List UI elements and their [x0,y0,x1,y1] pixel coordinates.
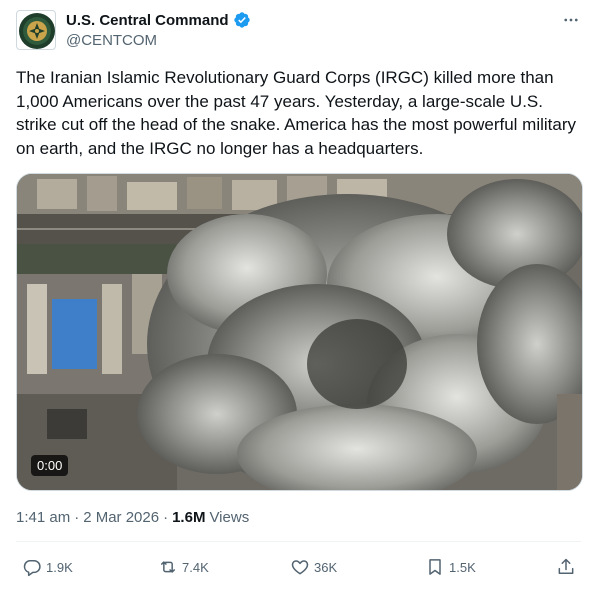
heart-icon [291,560,309,575]
like-count: 36K [314,559,338,575]
like-button[interactable]: 36K [290,557,337,577]
share-button[interactable] [556,557,576,577]
tweet-text: The Iranian Islamic Revolutionary Guard … [16,68,577,158]
verified-badge-icon[interactable] [233,11,251,29]
share-icon [558,558,574,574]
video-duration: 0:00 [31,455,69,476]
tweet-time[interactable]: 1:41 am [16,509,70,526]
views-count[interactable]: 1.6M [172,509,205,526]
ellipsis-icon [564,18,578,22]
reply-count: 1.9K [46,559,73,575]
retweet-count: 7.4K [182,559,209,575]
author-display-name[interactable]: U.S. Central Command [66,12,229,29]
retweet-button[interactable]: 7.4K [158,557,209,577]
bookmark-count: 1.5K [449,559,476,575]
reply-icon [23,560,41,577]
tweet-card[interactable]: U.S. Central Command @CENTCOM The Irania… [0,0,597,599]
divider [16,541,581,542]
action-bar: 1.9K 7.4K 36K 1.5K [0,554,597,584]
tweet-date[interactable]: 2 Mar 2026 [83,509,159,526]
author-handle[interactable]: @CENTCOM [66,32,157,49]
tweet-meta: 1:41 am · 2 Mar 2026 · 1.6M Views [16,509,249,526]
meta-separator: · [163,509,169,526]
more-options-button[interactable] [561,10,581,30]
meta-separator: · [74,509,80,526]
retweet-icon [161,561,175,573]
centcom-seal-icon [19,13,55,49]
tweet-video[interactable]: 0:00 [16,173,583,491]
avatar[interactable] [16,10,56,50]
reply-button[interactable]: 1.9K [22,557,73,577]
bookmark-button[interactable]: 1.5K [425,557,476,577]
views-label: Views [209,509,250,526]
author-name-row: U.S. Central Command [66,11,251,29]
bookmark-icon [429,559,441,575]
video-thumbnail [17,174,582,490]
